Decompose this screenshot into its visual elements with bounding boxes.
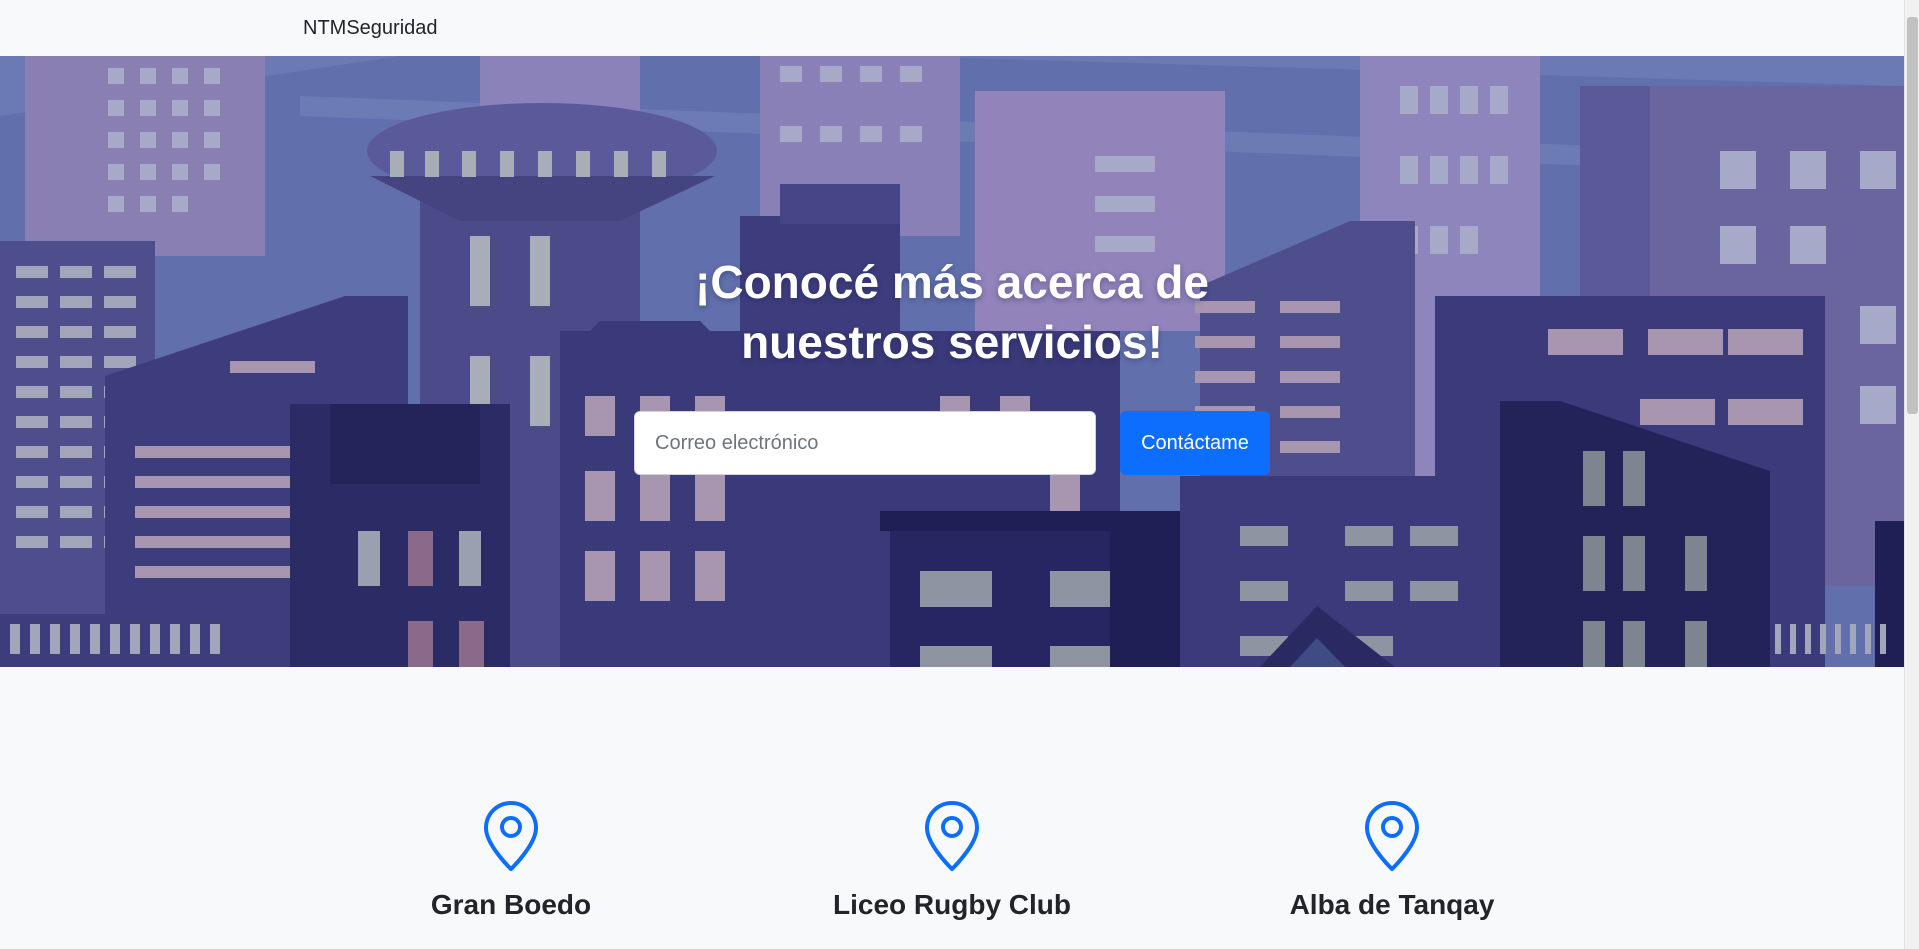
map-pin-icon bbox=[925, 801, 979, 871]
feature-title: Gran Boedo bbox=[430, 889, 592, 920]
map-pin-icon bbox=[1365, 801, 1419, 871]
email-input[interactable] bbox=[634, 411, 1096, 475]
brand-link[interactable]: NTMSeguridad bbox=[303, 17, 438, 40]
hero-title-line-1: ¡Conocé más acerca de bbox=[695, 256, 1209, 308]
contact-button[interactable]: Contáctame bbox=[1120, 411, 1270, 475]
feature-item-alba-de-tanqay: Alba de Tanqay bbox=[1212, 799, 1572, 921]
features-section: Gran Boedo Liceo Rugby Club Alba de Tanq… bbox=[0, 667, 1904, 949]
feature-title: Alba de Tanqay bbox=[1289, 889, 1495, 920]
map-pin-icon bbox=[484, 801, 538, 871]
scrollbar-thumb[interactable] bbox=[1907, 17, 1918, 414]
feature-item-liceo-rugby-club: Liceo Rugby Club bbox=[772, 799, 1132, 921]
vertical-scrollbar[interactable] bbox=[1904, 0, 1919, 949]
navbar: NTMSeguridad bbox=[0, 0, 1904, 56]
feature-title: Liceo Rugby Club bbox=[833, 889, 1071, 920]
feature-item-gran-boedo: Gran Boedo bbox=[331, 799, 691, 921]
hero-title: ¡Conocé más acerca de nuestros servicios… bbox=[652, 252, 1252, 372]
hero-title-line-2: nuestros servicios! bbox=[741, 316, 1163, 368]
hero-section: ¡Conocé más acerca de nuestros servicios… bbox=[0, 56, 1904, 667]
